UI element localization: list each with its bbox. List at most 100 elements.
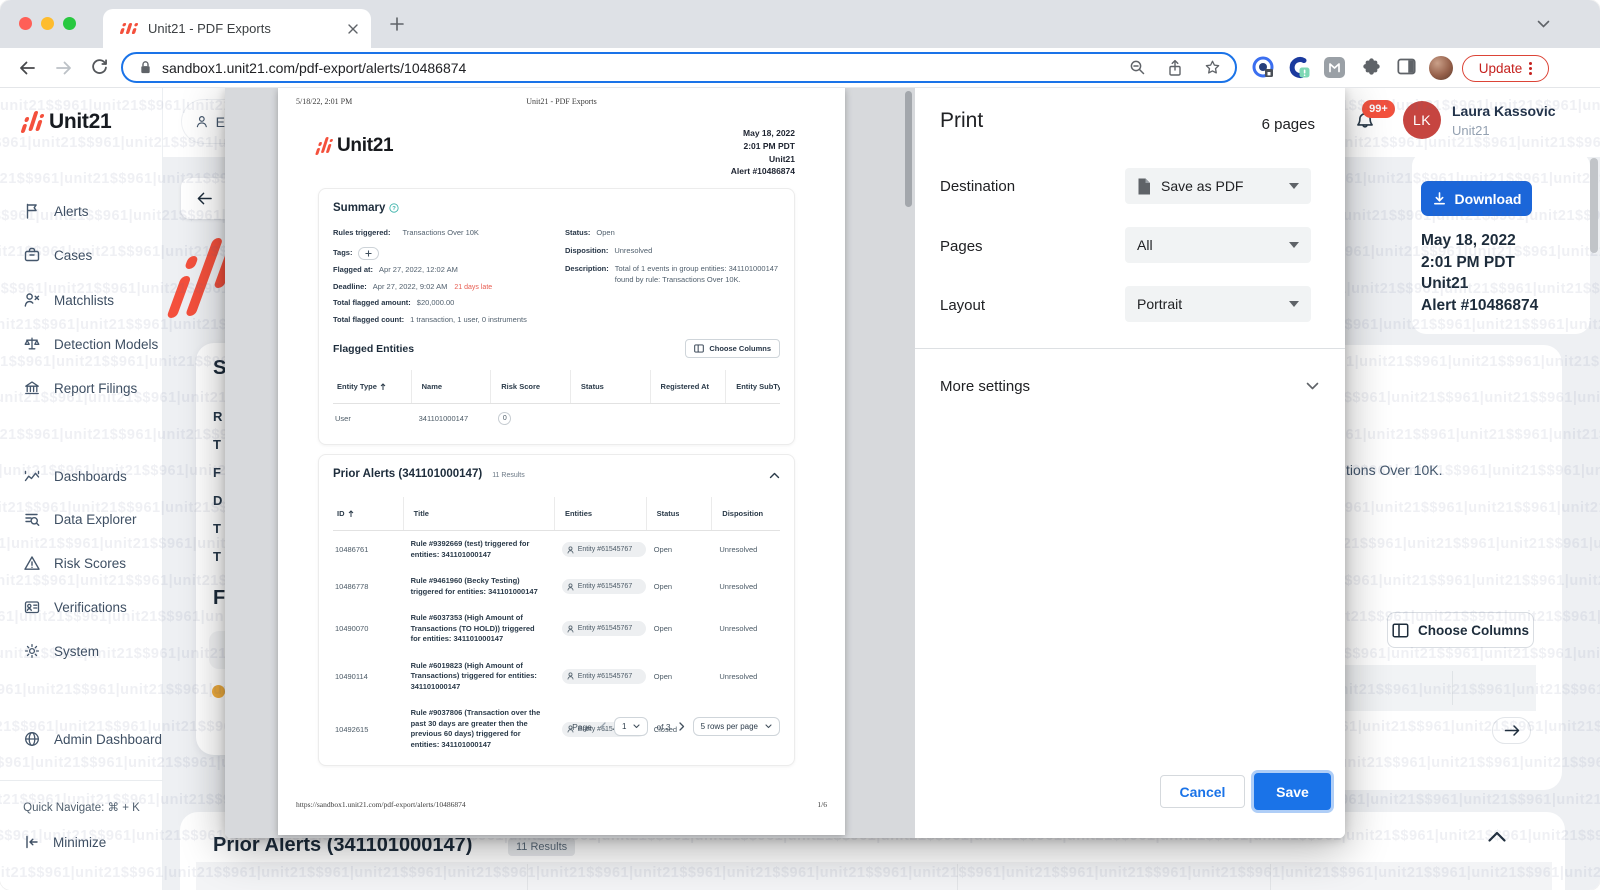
table-row[interactable]: User 341101000147 0 [333, 404, 780, 433]
page-select[interactable]: 1 [613, 717, 649, 736]
field-label: Deadline: [333, 281, 367, 291]
page-scrollbar[interactable] [1590, 158, 1598, 253]
save-button[interactable]: Save [1254, 773, 1331, 810]
next-page-icon[interactable] [678, 722, 685, 731]
sidebar-item-admin-dashboard[interactable]: Admin Dashboard [0, 722, 163, 756]
collapse-chevron-icon[interactable] [769, 472, 780, 479]
url-bar[interactable]: sandbox1.unit21.com/pdf-export/alerts/10… [121, 52, 1237, 83]
share-icon[interactable] [1167, 59, 1183, 77]
sidebar-item-alerts[interactable]: Alerts [0, 194, 163, 228]
tab-close-icon[interactable] [347, 23, 359, 35]
status-cell: Open [653, 624, 673, 634]
user-avatar[interactable]: LK [1403, 101, 1441, 139]
field-label: Status: [565, 228, 591, 237]
profile-avatar[interactable] [1429, 56, 1453, 80]
column-status[interactable]: Status [645, 497, 712, 530]
column-entity-type[interactable]: Entity Type [333, 370, 411, 403]
sidebar-item-detection-models[interactable]: Detection Models [0, 327, 163, 361]
back-button[interactable] [17, 58, 37, 78]
destination-select[interactable]: Save as PDF [1125, 168, 1311, 204]
status-cell: Open [653, 582, 673, 591]
add-tag-button[interactable] [358, 246, 380, 260]
risk-score-chip: 0 [498, 412, 512, 425]
entity-search-input[interactable]: E [181, 99, 225, 144]
sidebar-item-cases[interactable]: Cases [0, 238, 163, 272]
entity-pill[interactable]: Entity #61545767 [561, 579, 646, 594]
field-fragment: T [213, 437, 221, 452]
entity-pill[interactable]: Entity #61545767 [561, 668, 646, 684]
side-panel-icon[interactable] [1396, 56, 1417, 77]
gray-extension-icon[interactable] [1324, 57, 1345, 78]
zoom-window-button[interactable] [63, 17, 76, 30]
entity-pill[interactable]: Entity #61545767 [561, 542, 646, 557]
column-id[interactable]: ID [333, 497, 403, 530]
column-disposition[interactable]: Disposition [711, 497, 780, 530]
table-row[interactable]: 10486778 Rule #9461960 (Becky Testing) t… [333, 568, 780, 605]
column-entity-subtype[interactable]: Entity SubType [725, 370, 780, 403]
tab-search-chevron-icon[interactable] [1537, 20, 1550, 29]
search-fragment-text: E [215, 113, 225, 130]
next-arrow-button[interactable] [1492, 717, 1531, 744]
sidebar-item-risk-scores[interactable]: Risk Scores [0, 546, 163, 580]
title-cell: Rule #9461960 (Becky Testing) triggered … [410, 576, 538, 596]
lock-icon [139, 60, 152, 75]
update-button[interactable]: Update [1462, 55, 1549, 82]
column-status[interactable]: Status [569, 370, 650, 403]
description-value: Total of 1 events in group entities: 341… [614, 264, 779, 284]
sidebar-item-report-filings[interactable]: Report Filings [0, 371, 163, 405]
pdf-choose-columns-button[interactable]: Choose Columns [685, 339, 780, 358]
scales-icon [24, 337, 40, 350]
entity-pill[interactable]: Entity #61545767 [561, 621, 646, 637]
rows-per-page-select[interactable]: 5 rows per page [692, 717, 780, 736]
c-extension-icon[interactable] [1288, 56, 1312, 80]
person-icon [567, 672, 574, 680]
choose-columns-button[interactable]: Choose Columns [1387, 612, 1534, 648]
print-dialog: 5/18/22, 2:01 PM Unit21 - PDF Exports Un… [225, 88, 1345, 838]
sidebar-item-dashboards[interactable]: Dashboards [0, 459, 163, 493]
extensions-puzzle-icon[interactable] [1361, 56, 1382, 77]
pdf-summary-title: Summary [333, 202, 386, 214]
new-tab-button[interactable] [389, 16, 405, 32]
sidebar-item-label: Matchlists [54, 292, 115, 308]
destination-value: Save as PDF [1161, 178, 1244, 194]
prior-alerts-title: Prior Alerts (341101000147) [333, 468, 483, 480]
prev-page-icon[interactable] [600, 722, 606, 731]
back-arrow-icon [197, 192, 212, 205]
sidebar-item-verifications[interactable]: Verifications [0, 590, 163, 624]
column-entities[interactable]: Entities [553, 497, 646, 530]
minimize-window-button[interactable] [41, 17, 54, 30]
browser-tab[interactable]: Unit21 - PDF Exports [103, 9, 371, 48]
field-fragment: T [213, 521, 221, 536]
column-name[interactable]: Name [410, 370, 491, 403]
entity-type-cell: User [335, 414, 351, 423]
collapse-chevron-icon[interactable] [1487, 830, 1507, 843]
pages-select[interactable]: All [1125, 227, 1311, 263]
column-registered-at[interactable]: Registered At [649, 370, 726, 403]
forward-button[interactable] [54, 58, 74, 78]
person-icon [567, 546, 574, 553]
reload-button[interactable] [90, 58, 109, 77]
preview-scrollbar[interactable] [905, 91, 912, 207]
disposition-cell: Unresolved [719, 671, 758, 681]
pdf-preview-page: 5/18/22, 2:01 PM Unit21 - PDF Exports Un… [278, 88, 845, 835]
cancel-button[interactable]: Cancel [1160, 775, 1245, 808]
sidebar-item-system[interactable]: System [0, 634, 163, 668]
minimize-label: Minimize [53, 834, 107, 850]
zoom-icon[interactable] [1129, 59, 1146, 76]
page-back-button[interactable] [181, 178, 225, 219]
table-row[interactable]: 10490114 Rule #6019823 (High Amount of T… [333, 653, 780, 701]
bookmark-star-icon[interactable] [1204, 59, 1221, 76]
more-settings-toggle[interactable]: More settings [940, 372, 1319, 400]
onepassword-extension-icon[interactable] [1252, 56, 1275, 79]
sidebar-minimize-button[interactable]: Minimize [24, 834, 106, 850]
table-row[interactable]: 10490070 Rule #6037353 (High Amount of T… [333, 605, 780, 653]
column-risk-score[interactable]: Risk Score [490, 370, 570, 403]
columns-icon [1392, 622, 1409, 637]
column-title[interactable]: Title [402, 497, 554, 530]
sidebar-item-data-explorer[interactable]: Data Explorer [0, 502, 163, 536]
layout-select[interactable]: Portrait [1125, 286, 1311, 322]
close-window-button[interactable] [19, 17, 32, 30]
table-row[interactable]: 10486761 Rule #9392669 (test) triggered … [333, 531, 780, 568]
download-button[interactable]: Download [1421, 181, 1532, 216]
sidebar-item-matchlists[interactable]: Matchlists [0, 283, 163, 317]
